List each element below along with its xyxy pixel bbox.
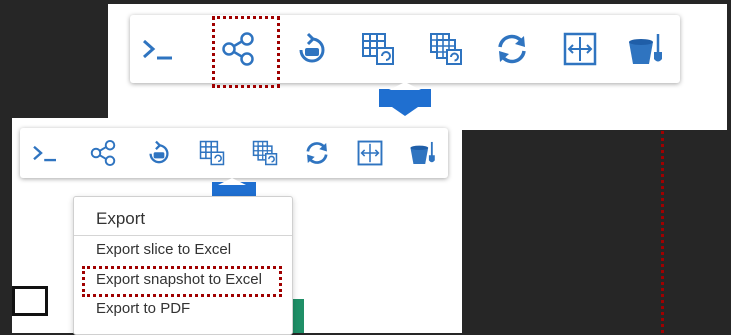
bucket-shovel-icon[interactable] [406,137,440,169]
grid-refresh-icon[interactable] [358,29,398,69]
multi-grid-refresh-icon[interactable] [248,137,282,169]
bucket-shovel-icon[interactable] [626,29,666,69]
menu-item-export-pdf[interactable]: Export to PDF [96,300,190,317]
red-dotted-line [661,131,664,333]
menu-item-export-slice-excel[interactable]: Export slice to Excel [96,241,231,258]
pointer-marker-top-arrow [392,107,418,116]
refresh-export-icon[interactable] [142,137,176,169]
refresh-export-icon[interactable] [292,29,332,69]
pointer-marker-top [379,89,431,107]
console-icon[interactable] [138,29,178,69]
sync-icon[interactable] [492,29,532,69]
fit-width-icon[interactable] [353,137,387,169]
fit-width-icon[interactable] [560,29,600,69]
export-menu-title: Export [96,209,146,228]
toolbar-bottom [20,128,448,178]
grid-refresh-icon[interactable] [195,137,229,169]
outlined-box [12,286,48,316]
toolbar-bottom-caret [218,178,246,185]
console-icon[interactable] [28,137,62,169]
snapshot-highlight-box [82,266,282,297]
menu-divider [74,235,292,236]
share-highlight-box [212,16,280,88]
toolbar-top-caret [389,82,421,90]
sync-icon[interactable] [300,137,334,169]
multi-grid-refresh-icon[interactable] [426,29,466,69]
share-icon[interactable] [86,137,120,169]
